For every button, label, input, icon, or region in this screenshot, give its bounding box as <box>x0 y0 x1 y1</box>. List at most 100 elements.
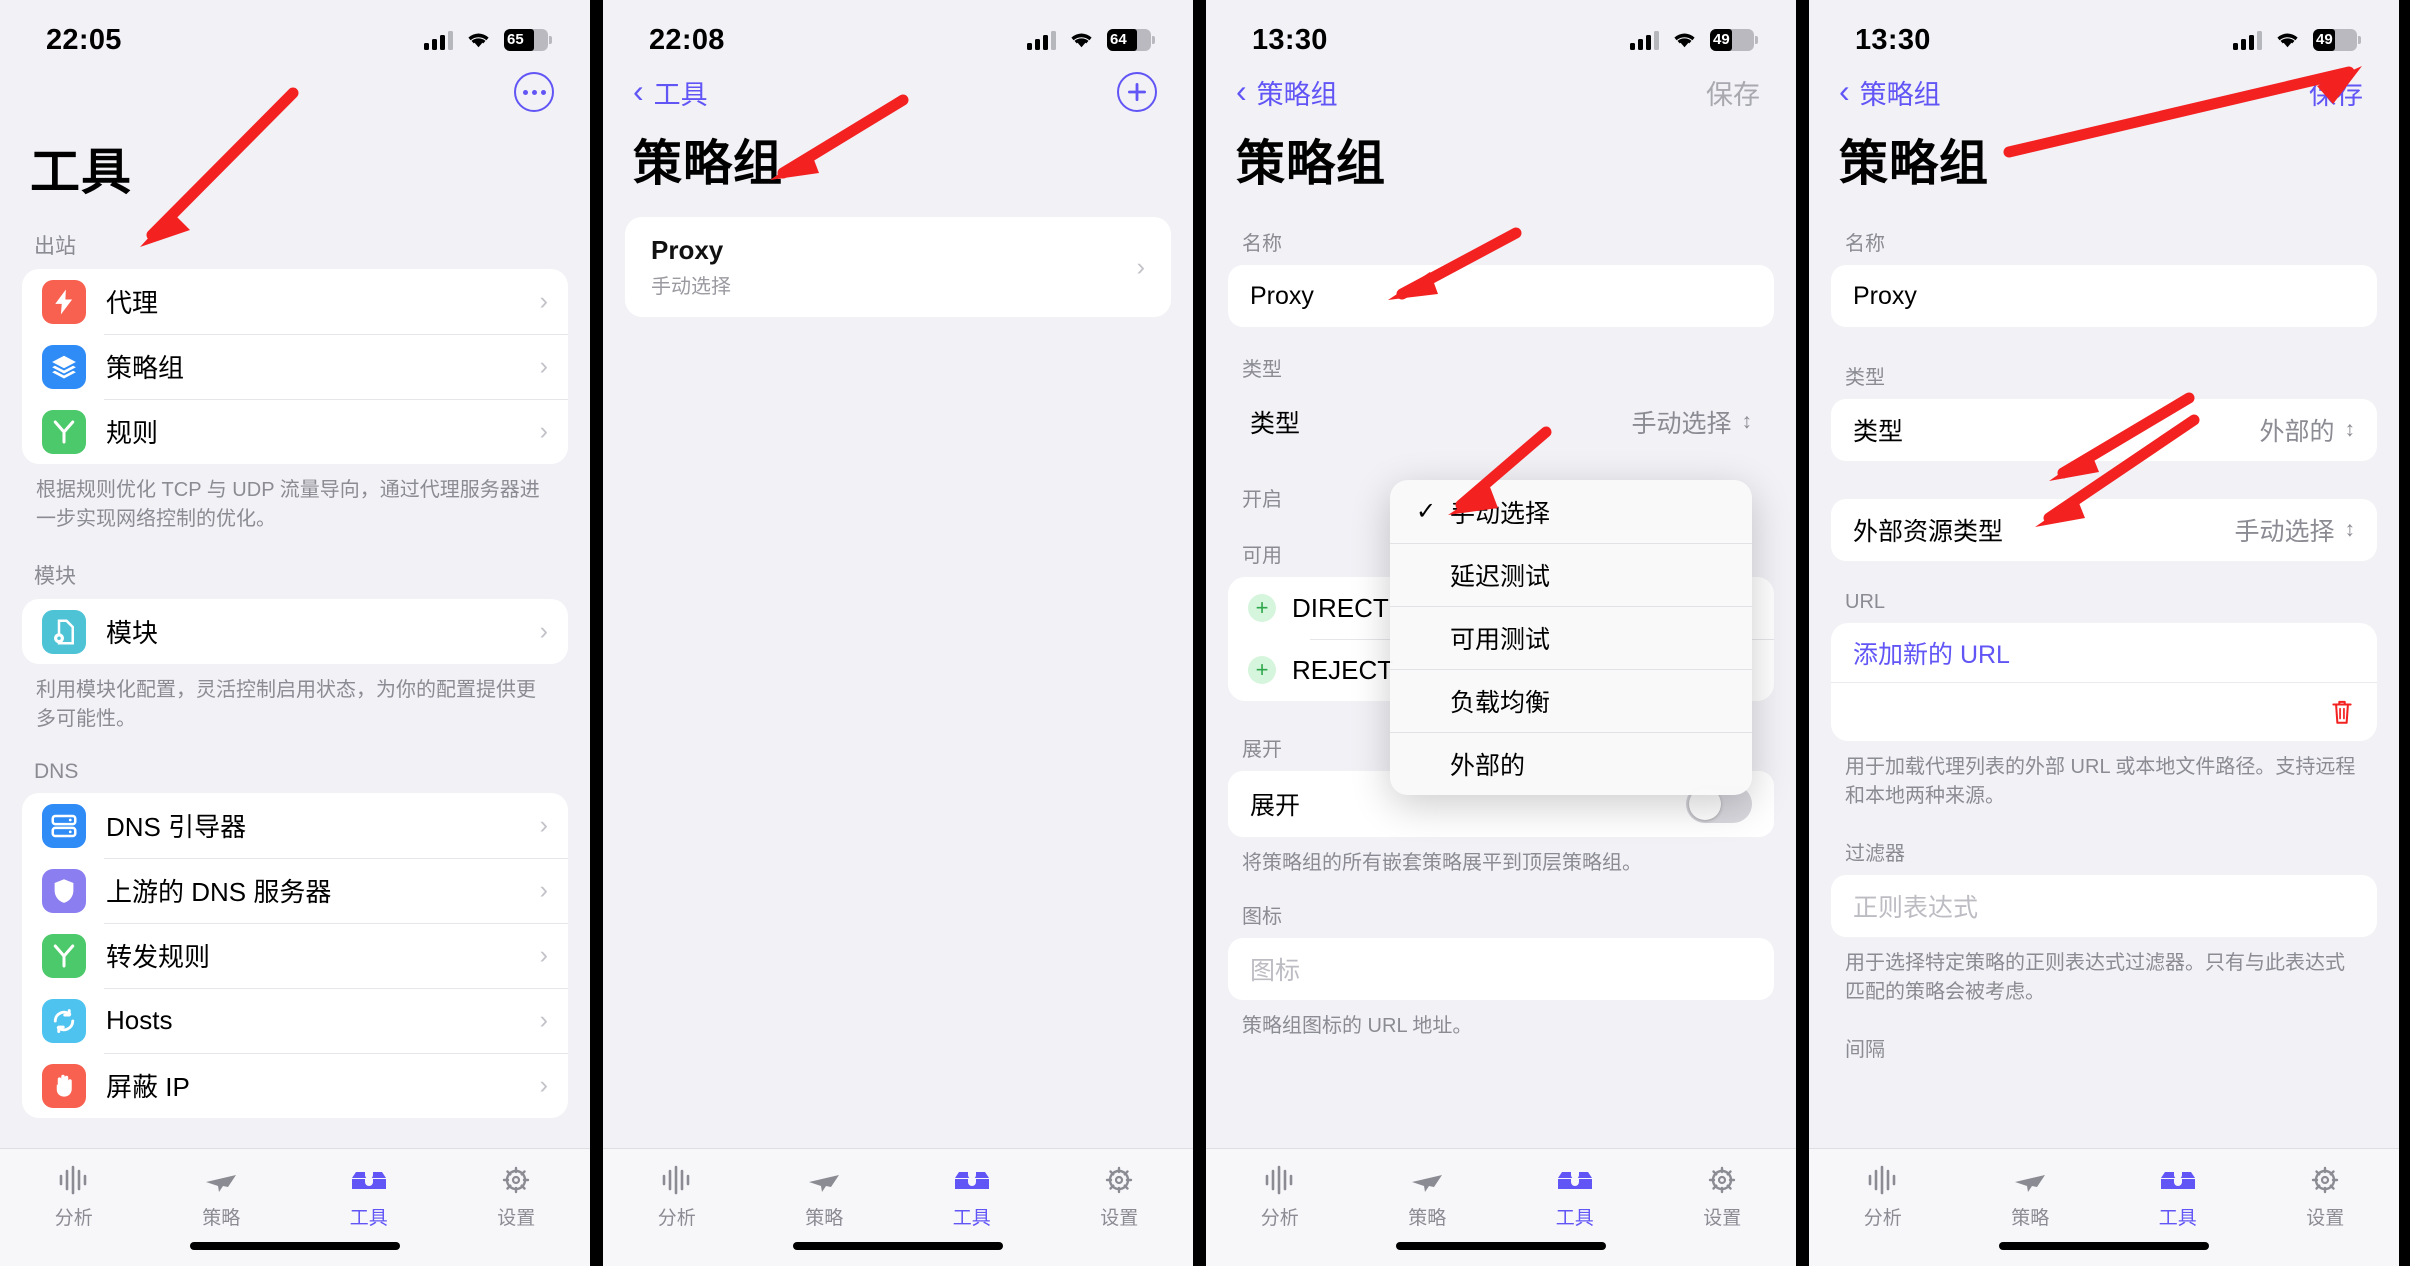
cellular-signal-icon <box>424 30 453 50</box>
toolbox-icon <box>1557 1172 1592 1189</box>
page-title: 策略组 <box>633 137 784 191</box>
field-group-name: 名称 Proxy <box>1831 227 2377 327</box>
home-indicator <box>1396 1242 1606 1250</box>
status-time: 13:30 <box>1855 23 1931 56</box>
chevron-right-icon: › <box>539 417 548 445</box>
external-resource-value: 手动选择 <box>2234 518 2335 546</box>
url-note: 用于加载代理列表的外部 URL 或本地文件路径。支持远程和本地两种来源。 <box>1845 756 2356 807</box>
field-group-type: 类型 类型 外部的 ↕ <box>1831 361 2377 461</box>
add-button[interactable] <box>1117 72 1157 112</box>
list-item-label: DNS 引导器 <box>106 812 247 842</box>
field-group-type: 类型 类型 手动选择 ↕ <box>1228 353 1774 453</box>
type-select[interactable]: 类型 手动选择 ↕ <box>1228 391 1774 453</box>
icon-label: 图标 <box>1242 906 1282 928</box>
battery-icon: 49 <box>2313 29 2361 51</box>
battery-percent: 64 <box>1110 31 1127 48</box>
list-item-proxy-group[interactable]: Proxy 手动选择 › <box>625 217 1171 317</box>
tab-settings[interactable]: 设置 <box>443 1163 591 1230</box>
list-item-upstream-dns[interactable]: 上游的 DNS 服务器 › <box>22 858 568 923</box>
page-title: 策略组 <box>1236 137 1387 191</box>
bolt-icon <box>42 279 86 324</box>
tab-settings[interactable]: 设置 <box>2252 1163 2400 1230</box>
menu-item-external[interactable]: 外部的 <box>1390 732 1752 795</box>
plus-icon: + <box>1248 656 1276 684</box>
tab-tools[interactable]: 工具 <box>1501 1163 1649 1230</box>
add-url-button[interactable]: 添加新的 URL <box>1831 623 2377 683</box>
list-item-hosts[interactable]: Hosts › <box>22 988 568 1053</box>
list-item-dns-bootstrap[interactable]: DNS 引导器 › <box>22 793 568 858</box>
chevron-updown-icon: ↕ <box>1741 410 1753 433</box>
menu-item-load-balance[interactable]: 负载均衡 <box>1390 669 1752 732</box>
tab-policy[interactable]: 策略 <box>751 1163 899 1230</box>
external-resource-label: 外部资源类型 <box>1853 518 2004 546</box>
chevron-left-icon: ‹ <box>1236 72 1247 109</box>
battery-icon: 64 <box>1107 29 1155 51</box>
section-header-outbound: 出站 <box>34 235 76 258</box>
screenshot-stage: 22:05 65 工具 出站 代理 › 策略组 › 规则 › 根据规则优化 TC… <box>0 0 2410 1266</box>
nav-bar-3: ‹ 策略组 保存 <box>1206 66 1796 118</box>
list-item-label: 模块 <box>106 618 159 648</box>
toolbox-icon <box>954 1172 989 1189</box>
gear-icon <box>2312 1166 2339 1194</box>
tab-policy[interactable]: 策略 <box>1354 1163 1502 1230</box>
type-value: 外部的 <box>2259 418 2335 446</box>
filter-note: 用于选择特定策略的正则表达式过滤器。只有与此表达式匹配的策略会被考虑。 <box>1845 952 2345 1003</box>
tab-tools[interactable]: 工具 <box>2104 1163 2252 1230</box>
chevron-right-icon: › <box>539 617 548 645</box>
back-button[interactable]: ‹ 策略组 <box>1839 73 1941 112</box>
name-input[interactable]: Proxy <box>1831 265 2377 327</box>
list-item-policy-group[interactable]: 策略组 › <box>22 334 568 399</box>
policy-group-card: Proxy 手动选择 › <box>625 217 1171 317</box>
url-row[interactable] <box>1831 683 2377 741</box>
hand-icon <box>42 1063 86 1108</box>
tab-label: 设置 <box>497 1208 536 1229</box>
tab-analysis[interactable]: 分析 <box>1206 1163 1354 1230</box>
waveform-icon <box>1868 1165 1896 1195</box>
group-subtitle: 手动选择 <box>651 276 731 298</box>
url-label: URL <box>1845 591 1886 613</box>
tab-tools[interactable]: 工具 <box>295 1163 443 1230</box>
save-button[interactable]: 保存 <box>2309 73 2363 112</box>
back-button[interactable]: ‹ 工具 <box>633 73 708 112</box>
status-indicators: 49 <box>1630 29 1758 51</box>
save-button[interactable]: 保存 <box>1706 73 1760 112</box>
tab-settings[interactable]: 设置 <box>1046 1163 1194 1230</box>
tab-settings[interactable]: 设置 <box>1649 1163 1797 1230</box>
menu-item-label: 外部的 <box>1450 751 1526 780</box>
status-indicators: 65 <box>424 29 552 51</box>
icon-input[interactable]: 图标 <box>1228 938 1774 1000</box>
menu-item-label: 延迟测试 <box>1450 562 1551 591</box>
tab-analysis[interactable]: 分析 <box>603 1163 751 1230</box>
list-item-block-ip[interactable]: 屏蔽 IP › <box>22 1053 568 1118</box>
tab-analysis[interactable]: 分析 <box>1809 1163 1957 1230</box>
trash-icon[interactable] <box>2329 698 2355 726</box>
type-dropdown-menu[interactable]: ✓ 手动选择 延迟测试 可用测试 负载均衡 外部的 <box>1390 480 1752 795</box>
tab-policy[interactable]: 策略 <box>148 1163 296 1230</box>
airplane-icon <box>2015 1175 2046 1192</box>
more-options-button[interactable] <box>514 72 554 112</box>
menu-item-availability-test[interactable]: 可用测试 <box>1390 606 1752 669</box>
airplane-icon <box>206 1175 237 1192</box>
list-item-proxy[interactable]: 代理 › <box>22 269 568 334</box>
back-button[interactable]: ‹ 策略组 <box>1236 73 1338 112</box>
list-item-module[interactable]: 模块 › <box>22 599 568 664</box>
menu-item-latency-test[interactable]: 延迟测试 <box>1390 543 1752 606</box>
name-input[interactable]: Proxy <box>1228 265 1774 327</box>
layers-icon <box>42 344 86 389</box>
tab-label: 策略 <box>2011 1208 2050 1229</box>
type-select[interactable]: 类型 外部的 ↕ <box>1831 399 2377 461</box>
menu-item-label: 负载均衡 <box>1450 688 1551 717</box>
external-resource-select[interactable]: 外部资源类型 手动选择 ↕ <box>1831 499 2377 561</box>
list-item-rules[interactable]: 规则 › <box>22 399 568 464</box>
menu-item-manual[interactable]: ✓ 手动选择 <box>1390 480 1752 543</box>
type-row-label: 类型 <box>1250 410 1301 438</box>
status-bar: 22:08 64 <box>603 0 1193 66</box>
gear-icon <box>1709 1166 1736 1194</box>
field-group-external-resource: 外部资源类型 手动选择 ↕ <box>1831 499 2377 561</box>
tab-analysis[interactable]: 分析 <box>0 1163 148 1230</box>
filter-input[interactable]: 正则表达式 <box>1831 875 2377 937</box>
tab-policy[interactable]: 策略 <box>1957 1163 2105 1230</box>
tab-tools[interactable]: 工具 <box>898 1163 1046 1230</box>
menu-item-label: 手动选择 <box>1450 499 1551 528</box>
list-item-forward-rules[interactable]: 转发规则 › <box>22 923 568 988</box>
